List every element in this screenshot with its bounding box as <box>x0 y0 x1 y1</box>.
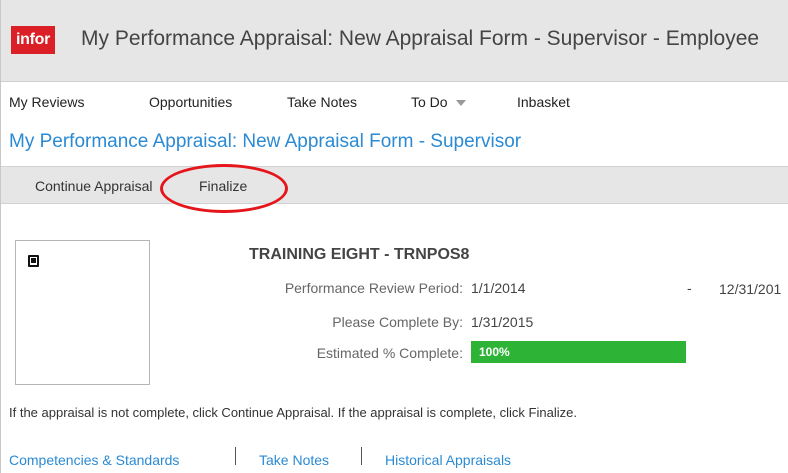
nav-to-do-label: To Do <box>411 94 448 110</box>
title-bar: infor My Performance Appraisal: New Appr… <box>1 0 788 82</box>
infor-logo: infor <box>11 26 55 54</box>
employee-name: TRAINING EIGHT - TRNPOS8 <box>249 246 470 263</box>
historical-appraisals-link[interactable]: Historical Appraisals <box>385 452 511 468</box>
app-title: My Performance Appraisal: New Appraisal … <box>81 27 760 50</box>
complete-by-label: Please Complete By: <box>332 314 463 330</box>
page-title: My Performance Appraisal: New Appraisal … <box>9 131 522 152</box>
review-period-label: Performance Review Period: <box>284 280 463 296</box>
broken-image-icon <box>28 255 39 267</box>
review-period-start: 1/1/2014 <box>471 280 526 296</box>
estimated-complete-label: Estimated % Complete: <box>316 345 463 361</box>
nav-opportunities[interactable]: Opportunities <box>149 94 232 110</box>
nav-inbasket[interactable]: Inbasket <box>517 94 570 110</box>
finalize-button[interactable]: Finalize <box>199 178 247 194</box>
competencies-standards-link[interactable]: Competencies & Standards <box>9 452 179 468</box>
action-bar: Continue Appraisal Finalize <box>1 166 788 204</box>
main-nav: My Reviews Opportunities Take Notes To D… <box>1 82 788 122</box>
review-period-separator: - <box>687 280 692 296</box>
link-divider <box>235 447 236 465</box>
continue-appraisal-button[interactable]: Continue Appraisal <box>35 178 153 194</box>
employee-photo <box>15 240 150 385</box>
review-period-end: 12/31/201 <box>719 281 782 297</box>
app-window: infor My Performance Appraisal: New Appr… <box>0 0 788 473</box>
progress-bar: 100% <box>471 341 686 363</box>
link-divider <box>361 447 362 465</box>
instructions-text: If the appraisal is not complete, click … <box>9 405 577 420</box>
take-notes-link[interactable]: Take Notes <box>259 452 329 468</box>
chevron-down-icon <box>455 100 466 107</box>
complete-by-value: 1/31/2015 <box>471 314 534 330</box>
nav-to-do[interactable]: To Do <box>411 94 466 110</box>
nav-take-notes[interactable]: Take Notes <box>287 94 357 110</box>
progress-value: 100% <box>479 345 510 359</box>
nav-my-reviews[interactable]: My Reviews <box>9 94 84 110</box>
